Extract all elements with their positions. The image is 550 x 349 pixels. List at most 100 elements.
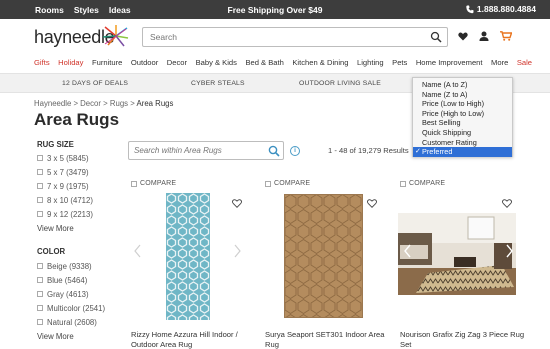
view-more-color[interactable]: View More [37, 332, 74, 341]
checkbox[interactable] [37, 155, 43, 161]
nav-more[interactable]: More [491, 58, 508, 67]
sort-option-quick-shipping[interactable]: Quick Shipping [413, 128, 512, 138]
sort-option-label: Preferred [422, 147, 453, 157]
sort-option-name-za[interactable]: Name (Z to A) [413, 90, 512, 100]
nav-outdoor[interactable]: Outdoor [131, 58, 158, 67]
heart-icon[interactable] [458, 32, 468, 41]
facet-label: 9 x 12 (2213) [47, 209, 93, 219]
checkbox[interactable] [37, 169, 43, 175]
facet-label: 5 x 7 (3479) [47, 167, 89, 177]
compare-label: COMPARE [409, 180, 446, 187]
facet-option[interactable]: Blue (5464) [37, 273, 105, 287]
compare-toggle[interactable]: COMPARE [400, 180, 445, 187]
checkbox[interactable] [37, 277, 43, 283]
search-icon[interactable] [430, 31, 442, 43]
category-nav: Gifts Holiday Furniture Outdoor Decor Ba… [34, 58, 532, 67]
nav-baby-kids[interactable]: Baby & Kids [196, 58, 237, 67]
checkbox[interactable] [37, 291, 43, 297]
promo-12-days[interactable]: 12 DAYS OF DEALS [62, 80, 128, 87]
checkbox[interactable] [37, 197, 43, 203]
crumb-area-rugs: Area Rugs [136, 99, 174, 108]
nav-lighting[interactable]: Lighting [357, 58, 384, 67]
sort-option-best-selling[interactable]: Best Selling [413, 118, 512, 128]
heart-icon[interactable] [367, 199, 377, 208]
facet-option[interactable]: Beige (9338) [37, 259, 105, 273]
page-title: Area Rugs [34, 110, 120, 129]
site-search [142, 27, 448, 47]
account-icon[interactable] [479, 31, 489, 41]
product-image-rizzy-rug[interactable] [166, 193, 210, 320]
product-title[interactable]: Surya Seaport SET301 Indoor Area Rug [265, 330, 395, 349]
facet-option[interactable]: 7 x 9 (1975) [37, 179, 93, 193]
compare-toggle[interactable]: COMPARE [131, 180, 176, 187]
cart-icon[interactable] [500, 31, 512, 41]
sort-option-preferred[interactable]: ✓ Preferred [413, 147, 512, 157]
facet-option[interactable]: Natural (2608) [37, 315, 105, 329]
crumb-decor[interactable]: Decor [80, 99, 101, 108]
view-more-rug-size[interactable]: View More [37, 224, 74, 233]
checkbox[interactable] [37, 183, 43, 189]
chevron-right-icon[interactable] [234, 244, 241, 258]
sort-option-customer-rating[interactable]: Customer Rating [413, 138, 512, 148]
results-count: 1 - 48 of 19,279 Results [328, 146, 409, 155]
product-image-surya-rug[interactable] [284, 194, 363, 318]
chevron-right-icon[interactable] [506, 244, 513, 258]
chevron-left-icon[interactable] [134, 244, 141, 258]
compare-label: COMPARE [140, 180, 177, 187]
nav-gifts[interactable]: Gifts [34, 58, 50, 67]
nav-sale[interactable]: Sale [517, 58, 532, 67]
heart-icon[interactable] [502, 199, 512, 208]
facet-option[interactable]: 5 x 7 (3479) [37, 165, 93, 179]
checkbox[interactable] [37, 263, 43, 269]
checkbox[interactable] [131, 180, 137, 187]
sort-option-name-az[interactable]: Name (A to Z) [413, 80, 512, 90]
chevron-left-icon[interactable] [404, 244, 411, 258]
facet-option[interactable]: Gray (4613) [37, 287, 105, 301]
crumb-rugs[interactable]: Rugs [110, 99, 128, 108]
phone-icon [466, 5, 474, 13]
sort-dropdown-menu[interactable]: Name (A to Z) Name (Z to A) Price (Low t… [412, 77, 513, 157]
compare-label: COMPARE [274, 180, 311, 187]
product-title[interactable]: Nourison Grafix Zig Zag 3 Piece Rug Set [400, 330, 530, 349]
checkbox[interactable] [37, 305, 43, 311]
info-icon[interactable]: i [290, 146, 300, 156]
nav-holiday[interactable]: Holiday [58, 58, 83, 67]
search-icon[interactable] [268, 145, 280, 157]
facet-option[interactable]: Multicolor (2541) [37, 301, 105, 315]
nav-pets[interactable]: Pets [392, 58, 407, 67]
facet-label: Blue (5464) [47, 275, 88, 285]
logo-starburst-icon [102, 25, 129, 47]
facet-heading-color: COLOR [37, 247, 66, 256]
phone-text: 1.888.880.4884 [476, 4, 536, 14]
facet-list-color: Beige (9338) Blue (5464) Gray (4613) Mul… [37, 259, 105, 329]
facet-option[interactable]: 9 x 12 (2213) [37, 207, 93, 221]
nav-kitchen-dining[interactable]: Kitchen & Dining [292, 58, 348, 67]
compare-toggle[interactable]: COMPARE [265, 180, 310, 187]
heart-icon[interactable] [232, 199, 242, 208]
sort-option-price-high[interactable]: Price (High to Low) [413, 109, 512, 119]
within-search-input[interactable] [129, 142, 264, 159]
checkbox[interactable] [400, 180, 406, 187]
nav-home-improvement[interactable]: Home Improvement [416, 58, 483, 67]
promo-outdoor-living[interactable]: OUTDOOR LIVING SALE [299, 80, 381, 87]
facet-label: 7 x 9 (1975) [47, 181, 89, 191]
crumb-hayneedle[interactable]: Hayneedle [34, 99, 71, 108]
facet-option[interactable]: 8 x 10 (4712) [37, 193, 93, 207]
product-title[interactable]: Rizzy Home Azzura Hill Indoor / Outdoor … [131, 330, 261, 349]
facet-label: Beige (9338) [47, 261, 92, 271]
header-icons [458, 31, 512, 41]
phone-number[interactable]: 1.888.880.4884 [466, 4, 536, 14]
checkbox[interactable] [37, 319, 43, 325]
top-bar: Rooms Styles Ideas Free Shipping Over $4… [0, 0, 550, 19]
nav-decor[interactable]: Decor [167, 58, 187, 67]
checkbox[interactable] [37, 211, 43, 217]
search-input[interactable] [143, 28, 423, 46]
product-image-nourison-rug-set[interactable] [398, 213, 516, 295]
sort-option-price-low[interactable]: Price (Low to High) [413, 99, 512, 109]
promo-cyber-steals[interactable]: CYBER STEALS [191, 80, 245, 87]
checkbox[interactable] [265, 180, 271, 187]
nav-bed-bath[interactable]: Bed & Bath [245, 58, 283, 67]
facet-option[interactable]: 3 x 5 (5845) [37, 151, 93, 165]
nav-furniture[interactable]: Furniture [92, 58, 122, 67]
within-search [128, 141, 284, 160]
